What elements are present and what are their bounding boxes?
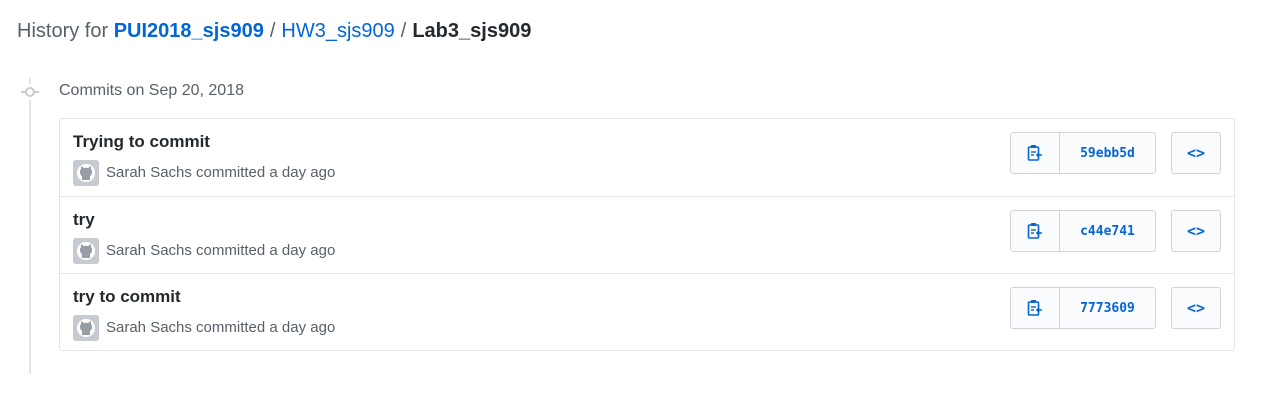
- github-avatar-icon[interactable]: [73, 160, 99, 186]
- commit-title-link[interactable]: Trying to commit: [73, 132, 210, 152]
- github-avatar-icon[interactable]: [73, 315, 99, 341]
- breadcrumb: History for PUI2018_sjs909/HW3_sjs909/La…: [17, 20, 531, 43]
- clippy-icon: [1027, 300, 1042, 316]
- timeline-line: [29, 78, 31, 374]
- git-commit-icon: [21, 84, 39, 100]
- commit-row: try Sarah Sachs committed a day ago c44e…: [60, 196, 1234, 273]
- copy-sha-button[interactable]: [1011, 211, 1060, 251]
- commit-row: try to commit Sarah Sachs committed a da…: [60, 273, 1234, 350]
- commit-sha-link[interactable]: c44e741: [1060, 211, 1155, 251]
- sha-button-group: c44e741: [1010, 210, 1156, 252]
- commit-title-link[interactable]: try: [73, 210, 95, 230]
- browse-repo-button[interactable]: <>: [1171, 210, 1221, 252]
- breadcrumb-folder-link[interactable]: HW3_sjs909: [281, 20, 394, 42]
- breadcrumb-repo-link[interactable]: PUI2018_sjs909: [114, 20, 264, 42]
- breadcrumb-file: Lab3_sjs909: [412, 20, 532, 42]
- commit-meta: Sarah Sachs committed a day ago: [106, 242, 336, 259]
- breadcrumb-separator: /: [269, 20, 276, 42]
- breadcrumb-separator: /: [400, 20, 407, 42]
- sha-button-group: 59ebb5d: [1010, 132, 1156, 174]
- copy-sha-button[interactable]: [1011, 288, 1060, 328]
- commit-title-link[interactable]: try to commit: [73, 287, 181, 307]
- copy-sha-button[interactable]: [1011, 133, 1060, 173]
- commit-sha-link[interactable]: 59ebb5d: [1060, 133, 1155, 173]
- github-avatar-icon[interactable]: [73, 238, 99, 264]
- commit-meta: Sarah Sachs committed a day ago: [106, 164, 336, 181]
- clippy-icon: [1027, 223, 1042, 239]
- commit-list: Trying to commit Sarah Sachs committed a…: [59, 118, 1235, 351]
- commit-sha-link[interactable]: 7773609: [1060, 288, 1155, 328]
- breadcrumb-prefix: History for: [17, 20, 109, 42]
- clippy-icon: [1027, 145, 1042, 161]
- sha-button-group: 7773609: [1010, 287, 1156, 329]
- browse-repo-button[interactable]: <>: [1171, 132, 1221, 174]
- commit-meta: Sarah Sachs committed a day ago: [106, 319, 336, 336]
- commit-group-title: Commits on Sep 20, 2018: [59, 82, 244, 99]
- commit-row: Trying to commit Sarah Sachs committed a…: [60, 119, 1234, 196]
- browse-repo-button[interactable]: <>: [1171, 287, 1221, 329]
